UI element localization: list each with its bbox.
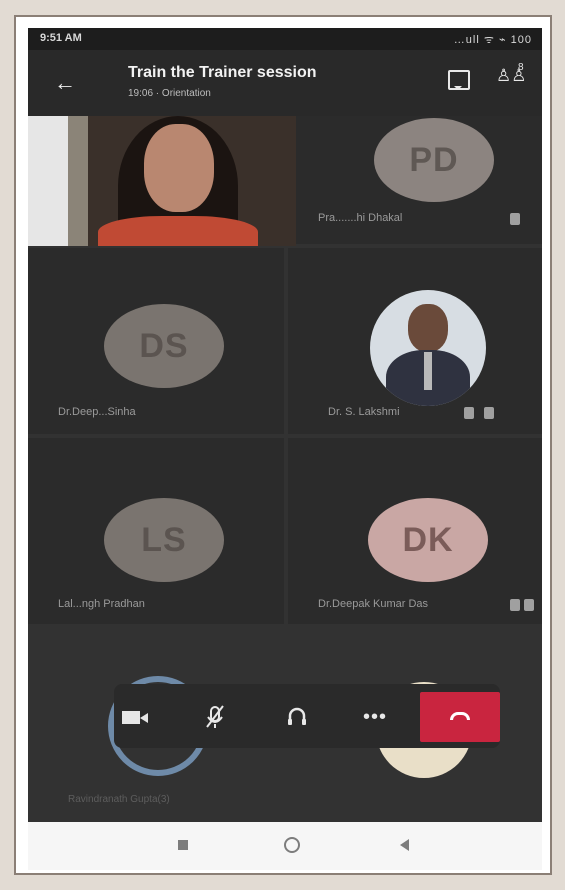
participants-count: 8 (518, 62, 524, 73)
participant-name-row: Pra.......hi Dhakal (308, 212, 534, 228)
meeting-subtitle: 19:06 · Orientation (128, 88, 211, 99)
participant-name: Dr.Deep...Sinha (58, 406, 136, 418)
chat-icon[interactable] (448, 70, 470, 90)
participant-name: Dr.Deepak Kumar Das (318, 598, 429, 610)
more-options-button[interactable]: ••• (358, 700, 392, 734)
video-shirt (98, 216, 258, 246)
avatar: DK (368, 498, 488, 582)
mic-muted-icon (524, 599, 534, 611)
back-icon[interactable] (400, 839, 409, 851)
recents-icon[interactable] (178, 840, 188, 850)
video-face (144, 124, 214, 212)
camera-icon (122, 711, 140, 724)
meeting-title: Train the Trainer session (128, 64, 317, 81)
home-icon[interactable] (284, 837, 300, 853)
mic-off-button[interactable] (198, 700, 232, 734)
android-nav-bar (28, 822, 542, 870)
participant-name: Dr. S. Lakshmi (328, 406, 400, 418)
status-time: 9:51 AM (40, 32, 82, 44)
mic-muted-icon (510, 213, 520, 225)
participant-photo (370, 290, 486, 406)
meeting-header: ← Train the Trainer session 19:06 · Orie… (28, 50, 542, 116)
hang-up-button[interactable] (420, 692, 500, 742)
participant-name: Pra.......hi Dhakal (318, 212, 403, 224)
avatar: DS (104, 304, 224, 388)
mic-off-icon (206, 705, 224, 728)
back-arrow-icon[interactable]: ← (50, 68, 80, 98)
phone-hangup-icon (450, 712, 470, 720)
photo-head (408, 304, 448, 352)
speaker-button[interactable] (280, 700, 314, 734)
camera-off-button[interactable] (118, 700, 152, 734)
self-video-feed[interactable] (28, 116, 296, 246)
caption-text: Ravindranath Gupta(3) (68, 794, 170, 805)
status-bar: 9:51 AM …ull ᯤ ⌁ 100 (28, 28, 542, 50)
participant-name-row: Dr. S. Lakshmi (318, 406, 534, 422)
status-icons: …ull ᯤ ⌁ 100 (453, 34, 532, 46)
speaker-icon (288, 707, 306, 725)
avatar: LS (104, 498, 224, 582)
mic-muted-icon (464, 407, 474, 419)
photo-tie (424, 352, 432, 390)
participant-name-row: Dr.Deepak Kumar Das (308, 598, 534, 614)
participant-name: Lal...ngh Pradhan (58, 598, 145, 610)
meeting-screen: 9:51 AM …ull ᯤ ⌁ 100 PD Pra.......hi Dha… (28, 28, 542, 822)
avatar: PD (374, 118, 494, 202)
camera-lens-icon (140, 713, 148, 723)
